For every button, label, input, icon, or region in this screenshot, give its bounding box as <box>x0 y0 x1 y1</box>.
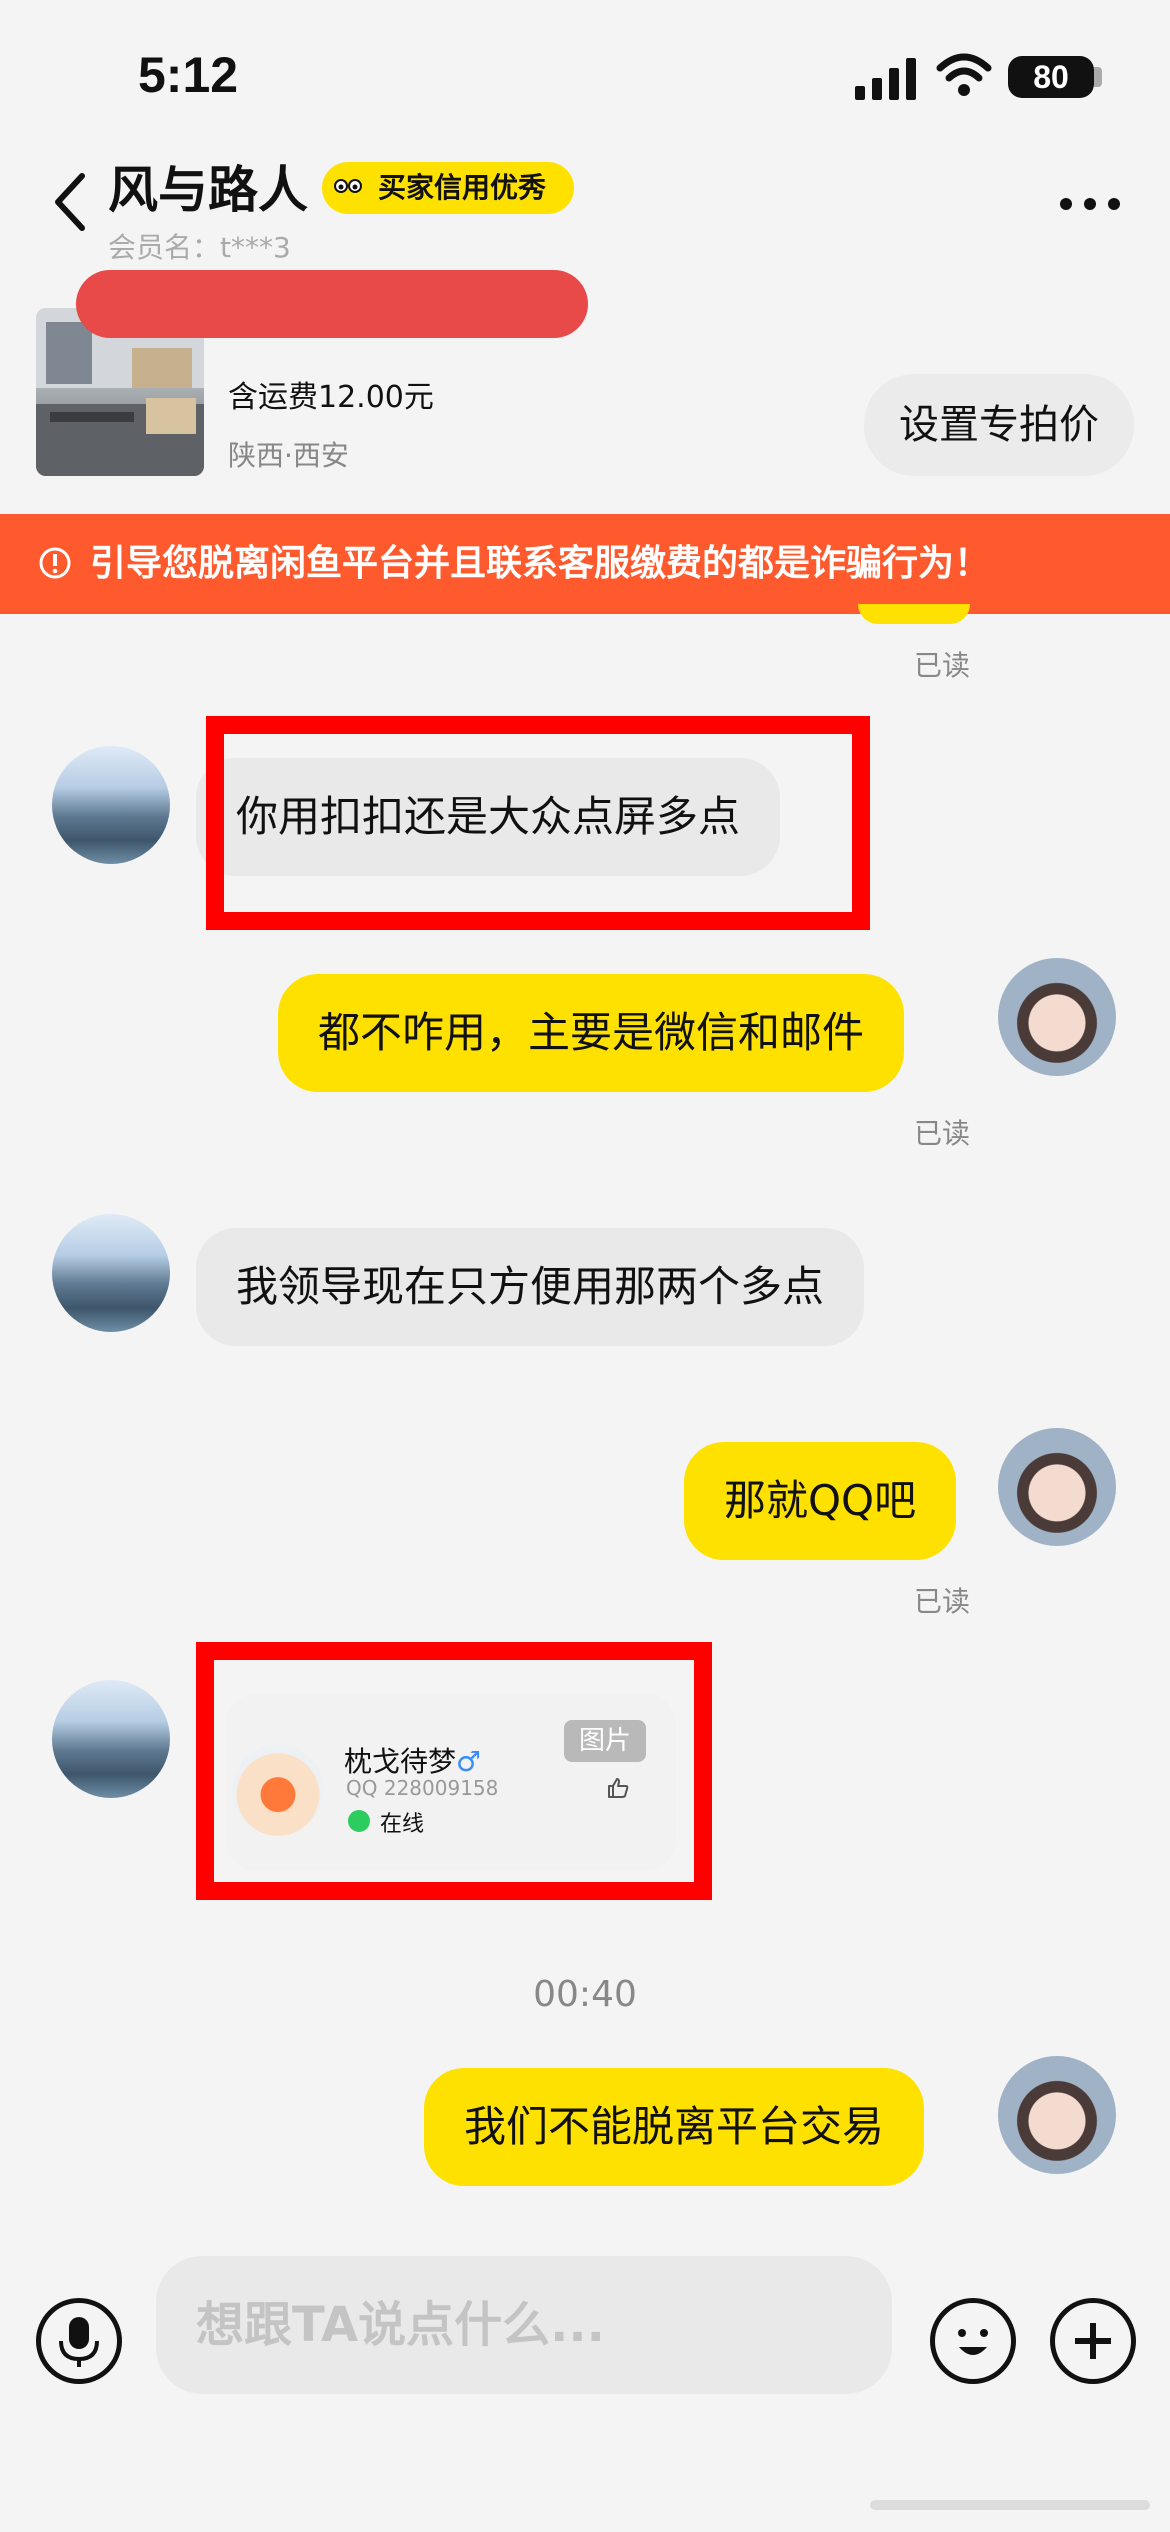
avatar[interactable] <box>998 1428 1116 1546</box>
timestamp: 00:40 <box>533 1974 637 2015</box>
message-bubble[interactable]: 我领导现在只方便用那两个多点 <box>196 1228 865 1346</box>
set-price-button[interactable]: 设置专拍价 <box>864 374 1134 476</box>
avatar[interactable] <box>52 1214 170 1332</box>
battery-indicator: 80 <box>1008 56 1094 98</box>
status-time: 5:12 <box>138 47 239 103</box>
smile-badge-icon <box>326 166 370 210</box>
avatar[interactable] <box>998 958 1116 1076</box>
emoji-icon[interactable] <box>930 2298 1016 2384</box>
message-bubble[interactable]: 都不咋用，主要是微信和邮件 <box>278 974 905 1092</box>
page-title: 风与路人 <box>108 161 308 219</box>
home-indicator <box>870 2500 1150 2510</box>
signal-icon <box>855 58 916 100</box>
read-status: 已读 <box>914 1117 971 1150</box>
previous-bubble-edge <box>858 604 970 624</box>
wifi-icon <box>936 53 992 96</box>
battery-cap <box>1094 67 1102 87</box>
read-status: 已读 <box>914 649 971 682</box>
message-bubble[interactable]: 我们不能脱离平台交易 <box>424 2068 925 2186</box>
read-status: 已读 <box>914 1585 971 1618</box>
highlight-box <box>196 1642 712 1900</box>
message-input[interactable] <box>156 2256 892 2394</box>
redacted-price <box>76 270 588 338</box>
back-icon[interactable] <box>50 172 90 232</box>
shipping-fee: 含运费12.00元 <box>228 380 434 415</box>
member-name: 会员名：t***3 <box>108 231 291 264</box>
warning-text: 引导您脱离闲鱼平台并且联系客服缴费的都是诈骗行为！ <box>90 543 991 584</box>
warning-icon <box>39 547 71 579</box>
message-bubble[interactable]: 那就QQ吧 <box>684 1442 957 1560</box>
microphone-icon[interactable] <box>36 2298 122 2384</box>
plus-icon[interactable] <box>1050 2298 1136 2384</box>
avatar[interactable] <box>52 1680 170 1798</box>
avatar[interactable] <box>52 746 170 864</box>
more-icon[interactable] <box>1058 196 1122 212</box>
location: 陕西·西安 <box>228 439 349 472</box>
avatar[interactable] <box>998 2056 1116 2174</box>
highlight-box <box>206 716 870 930</box>
